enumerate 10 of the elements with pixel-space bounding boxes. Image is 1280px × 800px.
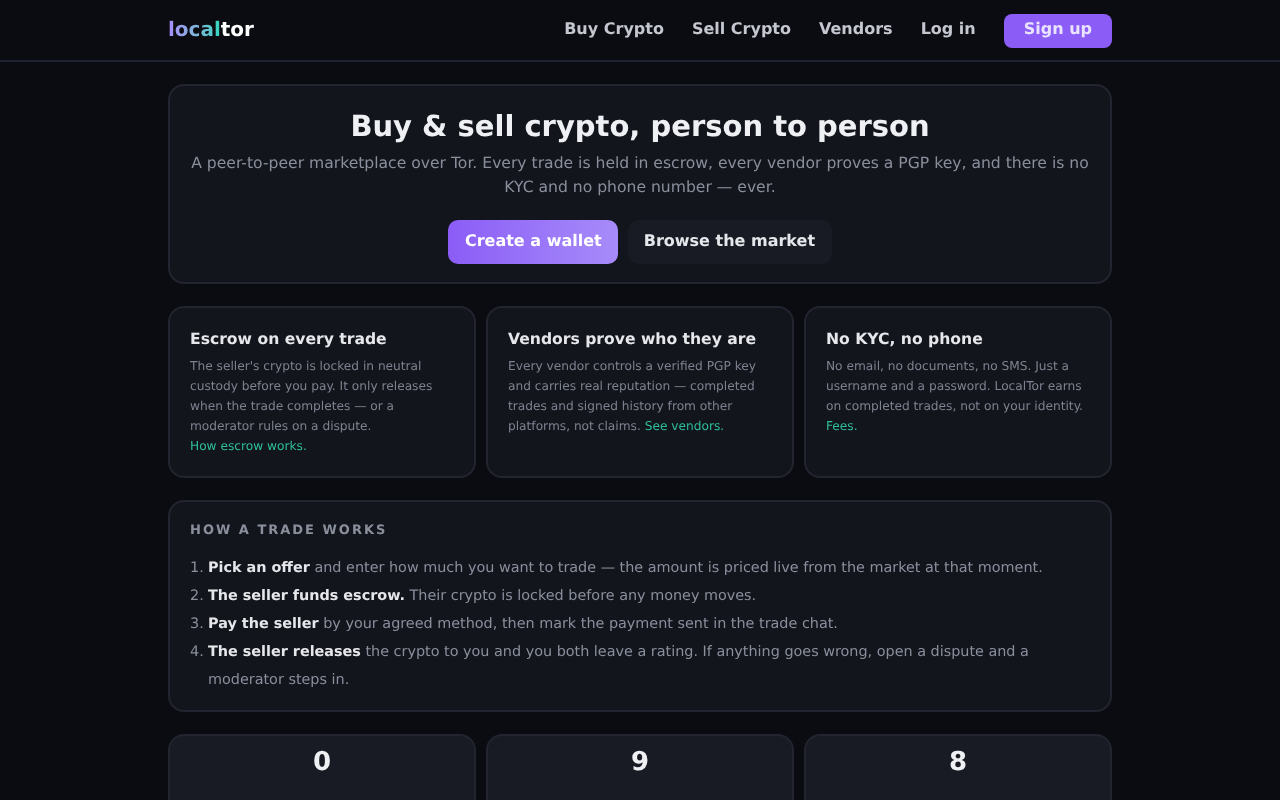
stat-value: 0: [312, 745, 332, 782]
nav-link[interactable]: Buy Crypto: [564, 18, 664, 42]
nav-link[interactable]: Sell Crypto: [691, 18, 791, 42]
logo[interactable]: localtor: [168, 15, 254, 45]
browse-market-button[interactable]: Browse the market: [627, 220, 832, 264]
nav-link[interactable]: Vendors: [819, 18, 893, 42]
nav-link[interactable]: Log in: [920, 18, 976, 42]
hero-title: Buy & sell crypto, person to person: [350, 110, 930, 148]
stat-value: 9: [630, 745, 650, 782]
stat-value: 8: [948, 745, 968, 782]
